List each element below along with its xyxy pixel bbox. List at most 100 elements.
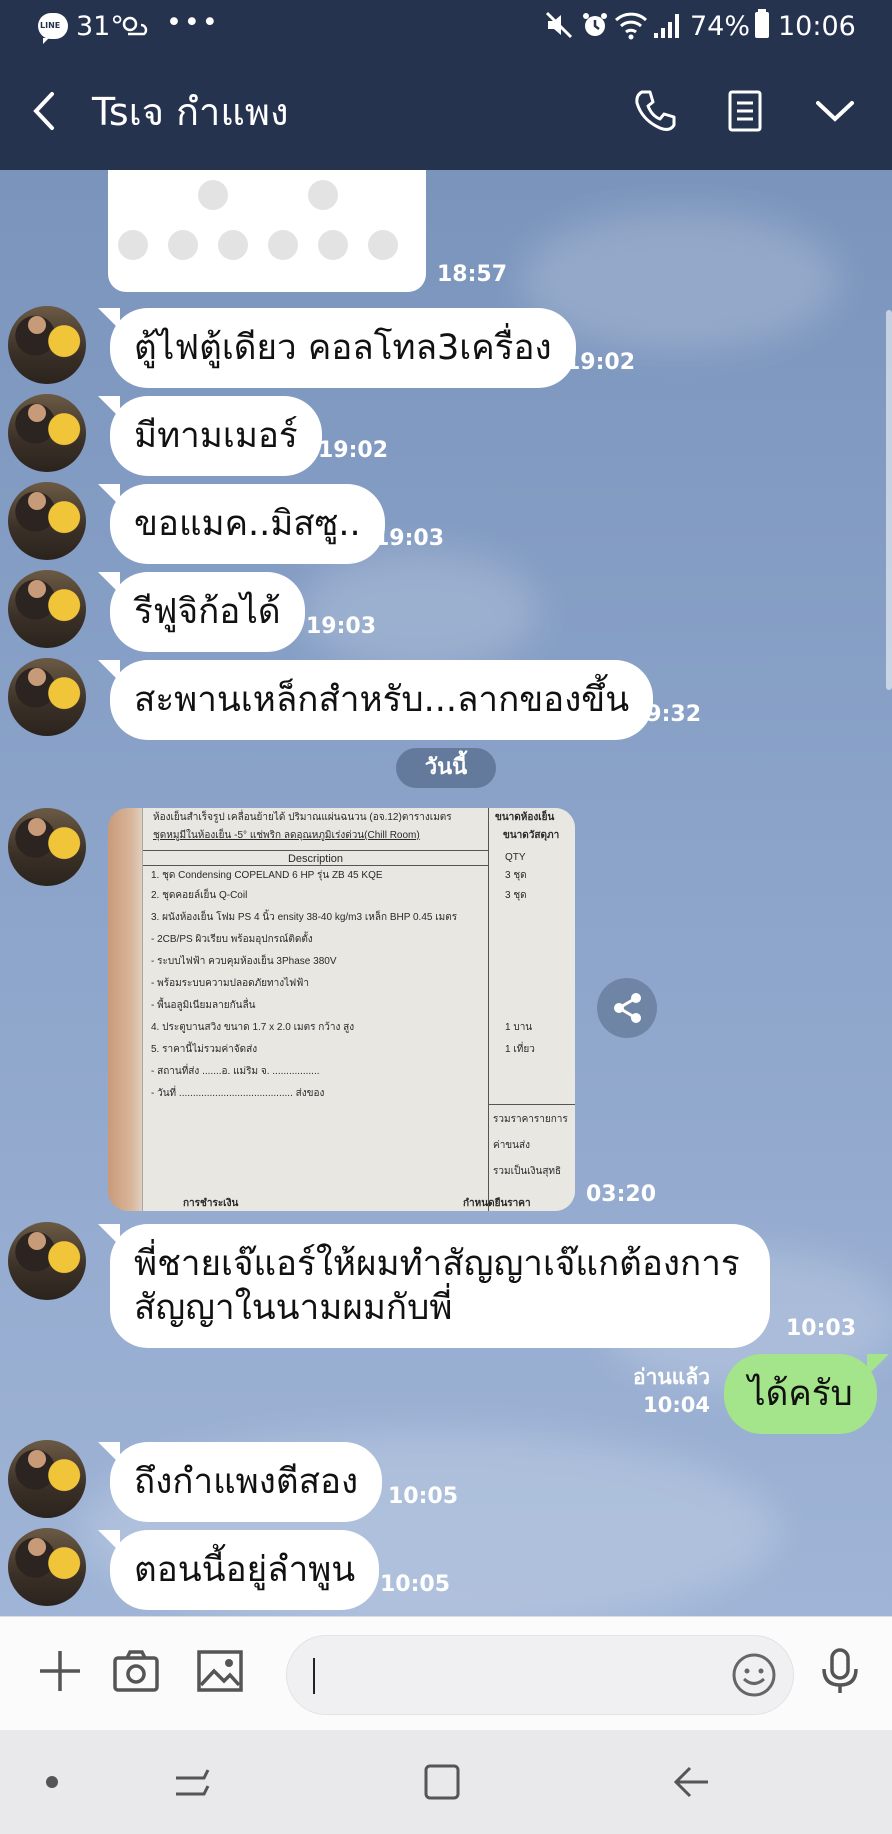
status-bar: LINE 31° ••• 74% 10:06	[0, 0, 892, 52]
document-column-line	[488, 808, 489, 1211]
document-qty: 1 เที่ยว	[505, 1044, 535, 1055]
document-line: ขนาดวัสดุภา	[503, 830, 560, 841]
message-input-bar	[0, 1616, 892, 1730]
chat-area[interactable]: 18:57 ตู้ไฟตู้เดียว คอลโทล3เครื่อง 19:02…	[0, 170, 892, 1616]
document-qty: 3 ชุด	[505, 890, 527, 901]
message-time: 10:05	[380, 1572, 451, 1597]
message-bubble[interactable]: รีฟูจิก้อได้	[98, 572, 305, 652]
message-bubble[interactable]: ตู้ไฟตู้เดียว คอลโทล3เครื่อง	[98, 308, 576, 388]
notes-button[interactable]	[720, 86, 770, 136]
notes-icon	[728, 90, 762, 132]
recent-apps-button[interactable]	[170, 1760, 214, 1804]
message-time: 19:32	[631, 702, 702, 727]
document-header: Description	[143, 850, 488, 866]
document-line: รวมราคารายการ	[493, 1114, 568, 1125]
nav-dot-button[interactable]	[30, 1760, 74, 1804]
message-input[interactable]	[286, 1635, 794, 1715]
avatar[interactable]	[8, 394, 86, 472]
chat-scrollbar[interactable]	[886, 310, 892, 690]
document-line: รวมเป็นเงินสุทธิ	[493, 1166, 562, 1177]
watermark-logo	[168, 230, 198, 260]
avatar[interactable]	[8, 482, 86, 560]
document-line: 2. ชุดคอยล์เย็น Q-Coil	[151, 890, 248, 901]
back-icon	[673, 1766, 708, 1798]
avatar[interactable]	[8, 1440, 86, 1518]
document-line: 5. ราคานี้ไม่รวมค่าจัดส่ง	[151, 1044, 258, 1055]
document-divider	[488, 1104, 575, 1105]
avatar[interactable]	[8, 1528, 86, 1606]
message-bubble[interactable]: มีทามเมอร์	[98, 396, 322, 476]
emoji-icon	[732, 1653, 776, 1697]
document-qty: 1 บาน	[505, 1022, 533, 1033]
message-bubble[interactable]: ขอแมค..มิสซู..	[98, 484, 385, 564]
message-bubble[interactable]: ถึงกำแพงตีสอง	[97, 1442, 383, 1522]
avatar[interactable]	[8, 808, 86, 886]
menu-button[interactable]	[810, 86, 860, 136]
home-icon	[424, 1764, 460, 1800]
chat-header: Tsเจ กำแพง	[0, 52, 892, 170]
more-notifications-icon: •••	[166, 7, 220, 38]
document-line: - สถานที่ส่ง .......อ. แม่ริม จ. .......…	[151, 1066, 320, 1077]
message-time: 18:57	[437, 262, 508, 287]
wifi-icon	[614, 10, 648, 47]
document-line: ชุดหมูมีในห้องเย็น -5° แช่พริก ลดอุณหภูม…	[153, 830, 420, 841]
watermark-logo	[118, 230, 148, 260]
message-time: 19:02	[318, 438, 389, 463]
call-button[interactable]	[630, 86, 680, 136]
message-time: 19:03	[306, 614, 377, 639]
mic-icon	[822, 1648, 858, 1693]
document-qty-header: QTY	[505, 852, 526, 863]
share-button[interactable]	[597, 978, 657, 1038]
camera-button[interactable]	[110, 1645, 162, 1697]
read-receipt: อ่านแล้ว	[633, 1365, 710, 1389]
document-line: 4. ประตูบานสวิง ขนาด 1.7 x 2.0 เมตร กว้า…	[151, 1022, 355, 1033]
document-line: - ระบบไฟฟ้า ควบคุมห้องเย็น 3Phase 380V	[151, 956, 337, 967]
camera-icon	[113, 1650, 159, 1692]
recent-apps-icon	[176, 1769, 210, 1796]
message-bubble[interactable]: พี่ชายเจ๊แอร์ให้ผมทำสัญญาเจ๊แกต้องการ สั…	[98, 1224, 770, 1348]
image-message[interactable]	[108, 170, 426, 292]
message-time: 19:03	[374, 526, 445, 551]
document-photo: ห้องเย็นสำเร็จรูป เคลื่อนย้ายได้ ปริมาณแ…	[142, 808, 575, 1211]
chat-title: Tsเจ กำแพง	[92, 90, 289, 134]
gallery-button[interactable]	[194, 1645, 246, 1697]
watermark-logo	[318, 230, 348, 260]
message-time: 03:20	[586, 1182, 657, 1207]
back-button[interactable]	[20, 86, 70, 136]
share-icon	[614, 993, 641, 1023]
message-line: สัญญาในนามผมกับพี่	[134, 1288, 453, 1328]
avatar[interactable]	[8, 658, 86, 736]
watermark-logo	[268, 230, 298, 260]
dot-icon	[46, 1776, 58, 1788]
system-nav-bar	[0, 1730, 892, 1834]
document-line: - 2CB/PS ผิวเรียบ พร้อมอุปกรณ์ติดตั้ง	[151, 934, 313, 945]
phone-icon	[635, 90, 676, 131]
message-time: 19:02	[565, 350, 636, 375]
battery-percent-text: 74%	[690, 11, 751, 42]
watermark-logo	[198, 180, 228, 210]
message-bubble[interactable]: สะพานเหล็กสำหรับ...ลากของขึ้น	[97, 660, 654, 740]
avatar[interactable]	[8, 570, 86, 648]
add-button[interactable]	[34, 1645, 86, 1697]
avatar[interactable]	[8, 306, 86, 384]
photo-message[interactable]: ห้องเย็นสำเร็จรูป เคลื่อนย้ายได้ ปริมาณแ…	[108, 808, 575, 1211]
emoji-button[interactable]	[729, 1650, 779, 1700]
home-button[interactable]	[420, 1760, 464, 1804]
document-line: การชำระเงิน	[183, 1198, 239, 1209]
mute-icon	[544, 10, 574, 47]
temperature-text: 31°	[76, 11, 124, 42]
signal-icon	[652, 10, 682, 47]
document-qty: 3 ชุด	[505, 870, 527, 881]
document-line: 3. ผนังห้องเย็น โฟม PS 4 นิ้ว ensity 38-…	[151, 912, 458, 923]
message-bubble-sent[interactable]: ได้ครับ	[724, 1354, 889, 1434]
back-nav-button[interactable]	[670, 1760, 714, 1804]
document-line: 1. ชุด Condensing COPELAND 6 HP รุ่น ZB …	[151, 870, 383, 881]
chevron-left-icon	[33, 92, 54, 130]
document-line: ค่าขนส่ง	[493, 1140, 530, 1151]
message-time: 10:03	[786, 1316, 857, 1341]
message-bubble[interactable]: ตอนนี้อยู่ลำพูน	[97, 1530, 380, 1610]
message-time: 10:04	[643, 1393, 710, 1417]
voice-button[interactable]	[814, 1645, 866, 1697]
watermark-logo	[218, 230, 248, 260]
avatar[interactable]	[8, 1222, 86, 1300]
